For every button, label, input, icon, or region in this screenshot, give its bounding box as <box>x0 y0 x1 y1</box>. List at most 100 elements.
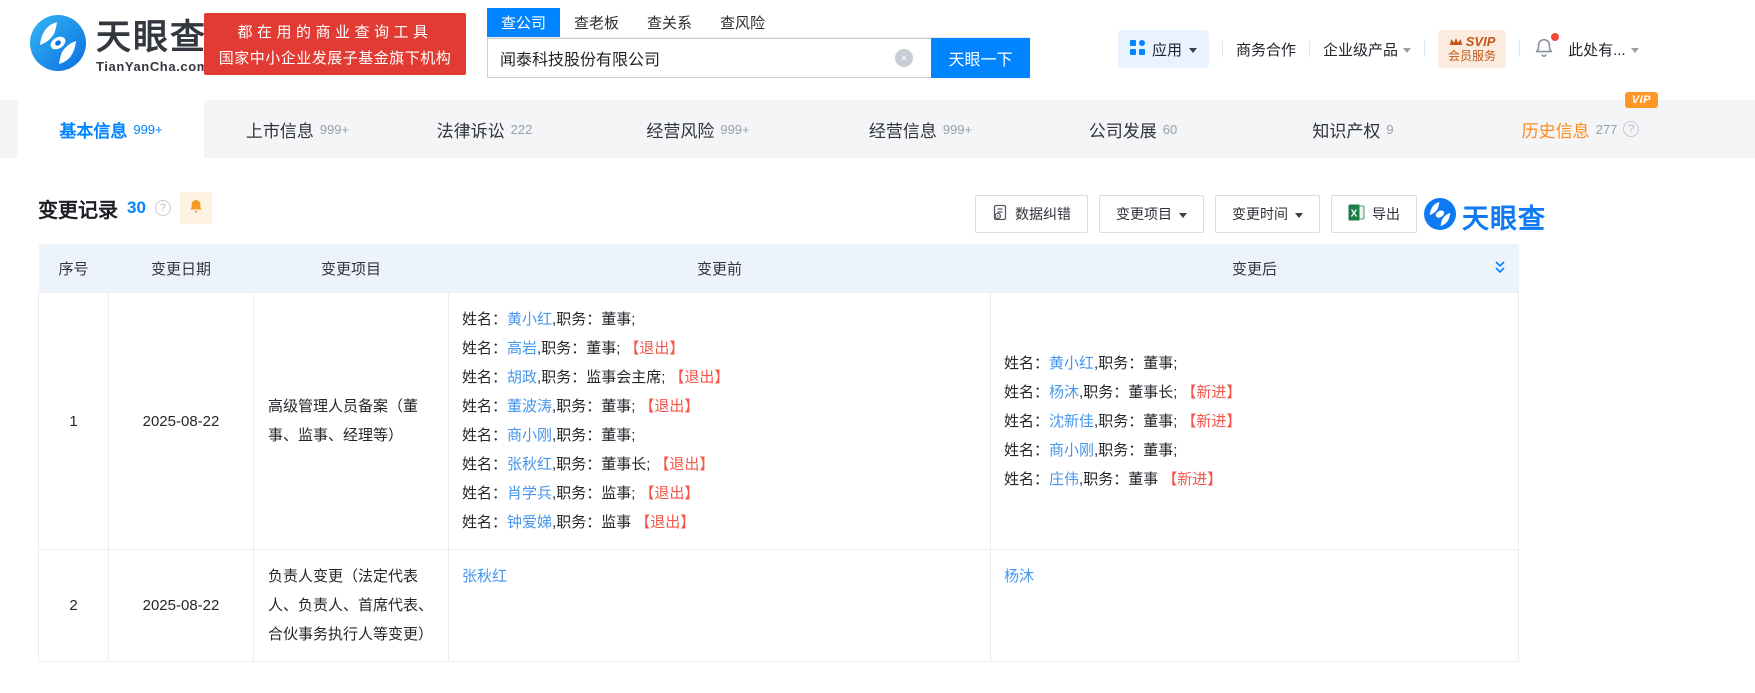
change-item-filter-button[interactable]: 变更项目 <box>1099 195 1204 233</box>
data-correction-icon <box>992 204 1008 224</box>
apps-menu[interactable]: 应用 <box>1118 30 1210 68</box>
user-name: 此处有... <box>1568 41 1626 59</box>
data-correction-button[interactable]: 数据纠错 <box>975 195 1088 233</box>
toolbar-button-label: 变更时间 <box>1232 206 1288 222</box>
search-tab-company[interactable]: 查公司 <box>487 8 561 37</box>
nav-business-cooperation[interactable]: 商务合作 <box>1236 39 1296 60</box>
tab-label: 公司发展 <box>1088 121 1157 141</box>
change-text: ,职务：董事; <box>1094 354 1178 372</box>
search-button[interactable]: 天眼一下 <box>931 38 1030 78</box>
tab-operation-risk[interactable]: 经营风险 999+ <box>578 100 818 158</box>
change-tag: 【新进】 <box>1181 412 1242 430</box>
change-text: ,职务：董事 <box>1079 470 1159 488</box>
person-link[interactable]: 杨沐 <box>1004 568 1034 585</box>
tab-count: 9 <box>1386 121 1394 137</box>
person-link[interactable]: 沈新佳 <box>1049 413 1094 430</box>
row-number-cell: 2 <box>38 549 109 662</box>
search-input[interactable] <box>487 38 931 78</box>
svip-sublabel: 会员服务 <box>1448 49 1497 63</box>
change-text: ,职务：董事; <box>552 427 636 444</box>
change-text: 姓名： <box>462 485 508 502</box>
person-link[interactable]: 肖学兵 <box>507 485 552 502</box>
change-tag: 【退出】 <box>654 456 715 473</box>
export-button[interactable]: X 导出 <box>1331 195 1417 233</box>
tab-label: 经营信息 <box>868 121 937 141</box>
tab-label: 历史信息 <box>1521 121 1590 141</box>
chevron-down-icon <box>1179 212 1187 218</box>
tianyancha-watermark: 天眼查 <box>1424 197 1546 236</box>
svip-label: SVIP <box>1465 34 1496 49</box>
tab-intellectual-property[interactable]: 知识产权 9 <box>1243 100 1463 158</box>
change-text: ,职务：董事长; <box>1079 383 1178 401</box>
tianyancha-logo[interactable]: 天眼查 TianYanCha.com <box>30 15 209 76</box>
chevron-down-icon <box>1295 212 1303 218</box>
apps-grid-icon <box>1130 39 1145 59</box>
person-link[interactable]: 杨沐 <box>1049 384 1079 401</box>
alert-bell-icon <box>188 198 204 219</box>
tianyancha-logo-icon <box>30 15 86 76</box>
double-chevron-down-icon[interactable] <box>1493 260 1507 278</box>
person-link[interactable]: 商小刚 <box>507 427 552 444</box>
change-item-cell: 高级管理人员备案（董事、监事、经理等） <box>253 292 449 550</box>
change-tag: 【退出】 <box>624 340 685 357</box>
help-icon[interactable]: ? <box>1623 121 1640 137</box>
person-link[interactable]: 钟爱娣 <box>507 514 552 531</box>
tab-count: 999+ <box>133 121 163 137</box>
search-tab-boss[interactable]: 查老板 <box>560 8 633 37</box>
change-records-table: 序号 变更日期 变更项目 变更前 变更后 1 2025-08-22 高级管理人员备案（董事、… <box>38 244 1519 662</box>
tab-count: 999+ <box>942 121 973 137</box>
tab-operation-info[interactable]: 经营信息 999+ <box>818 100 1023 158</box>
person-link[interactable]: 商小刚 <box>1049 442 1094 459</box>
tab-label: 法律诉讼 <box>436 121 505 141</box>
header-nav: 应用 商务合作 企业级产品 SVIP 会员服务 此处有... <box>1118 30 1639 68</box>
tab-company-development[interactable]: 公司发展 60 <box>1023 100 1243 158</box>
tab-legal-litigation[interactable]: 法律诉讼 222 <box>391 100 578 158</box>
svip-membership-button[interactable]: SVIP 会员服务 <box>1438 30 1507 68</box>
change-line: 姓名：钟爱娣,职务：监事 【退出】 <box>462 508 977 537</box>
person-link[interactable]: 董波涛 <box>507 398 552 415</box>
person-link[interactable]: 张秋红 <box>462 568 507 585</box>
section-count: 30 <box>127 198 146 217</box>
change-tag: 【退出】 <box>639 485 700 502</box>
person-link[interactable]: 高岩 <box>507 340 537 357</box>
person-link[interactable]: 胡政 <box>507 369 537 386</box>
user-account-menu[interactable]: 此处有... <box>1568 39 1639 60</box>
vip-badge: VIP <box>1624 92 1658 108</box>
change-time-filter-button[interactable]: 变更时间 <box>1215 195 1320 233</box>
row-number-cell: 1 <box>38 292 109 550</box>
change-text: ,职务：董事; <box>537 340 621 357</box>
change-line: 姓名：董波涛,职务：董事; 【退出】 <box>462 392 977 421</box>
chevron-down-icon <box>1189 47 1198 53</box>
change-text: 姓名： <box>1004 470 1050 488</box>
change-text: 姓名： <box>462 456 508 473</box>
search-tab-relation[interactable]: 查关系 <box>633 8 706 37</box>
change-tag: 【退出】 <box>669 369 730 386</box>
nav-enterprise-products[interactable]: 企业级产品 <box>1323 39 1412 60</box>
change-record-section-header: 变更记录 30 ? <box>38 192 212 224</box>
change-text: ,职务：董事; <box>1094 441 1178 459</box>
tab-history-info[interactable]: 历史信息 277? VIP <box>1463 92 1698 158</box>
person-link[interactable]: 黄小红 <box>1049 355 1094 372</box>
change-text: 姓名： <box>1004 441 1050 459</box>
change-line: 姓名：胡政,职务：监事会主席; 【退出】 <box>462 363 977 392</box>
watermark-text: 天眼查 <box>1462 204 1546 234</box>
change-text: 姓名： <box>1004 412 1050 430</box>
tab-count: 999+ <box>720 121 750 137</box>
notification-dot <box>1551 32 1560 41</box>
change-before-cell: 姓名：黄小红,职务：董事; 姓名：高岩,职务：董事; 【退出】 姓名：胡政,职务：监事… <box>448 292 991 550</box>
notifications-button[interactable] <box>1533 32 1560 63</box>
clear-search-icon[interactable]: × <box>895 49 913 67</box>
change-before-cell: 张秋红 <box>448 549 991 662</box>
person-link[interactable]: 黄小红 <box>507 311 552 328</box>
nav-divider <box>1424 41 1426 57</box>
tab-basic-info[interactable]: 基本信息 999+ <box>18 100 204 158</box>
change-after-cell: 姓名：黄小红,职务：董事; 姓名：杨沐,职务：董事长; 【新进】 姓名：沈新佳,职务：… <box>990 292 1519 550</box>
search-tab-risk[interactable]: 查风险 <box>706 8 779 37</box>
section-title: 变更记录 <box>38 199 118 222</box>
person-link[interactable]: 张秋红 <box>507 456 552 473</box>
subscribe-alert-button[interactable] <box>179 192 212 224</box>
help-icon[interactable]: ? <box>154 200 171 216</box>
change-text: ,职务：监事会主席; <box>537 369 666 386</box>
person-link[interactable]: 庄伟 <box>1049 471 1079 488</box>
tab-listing-info[interactable]: 上市信息 999+ <box>204 100 391 158</box>
